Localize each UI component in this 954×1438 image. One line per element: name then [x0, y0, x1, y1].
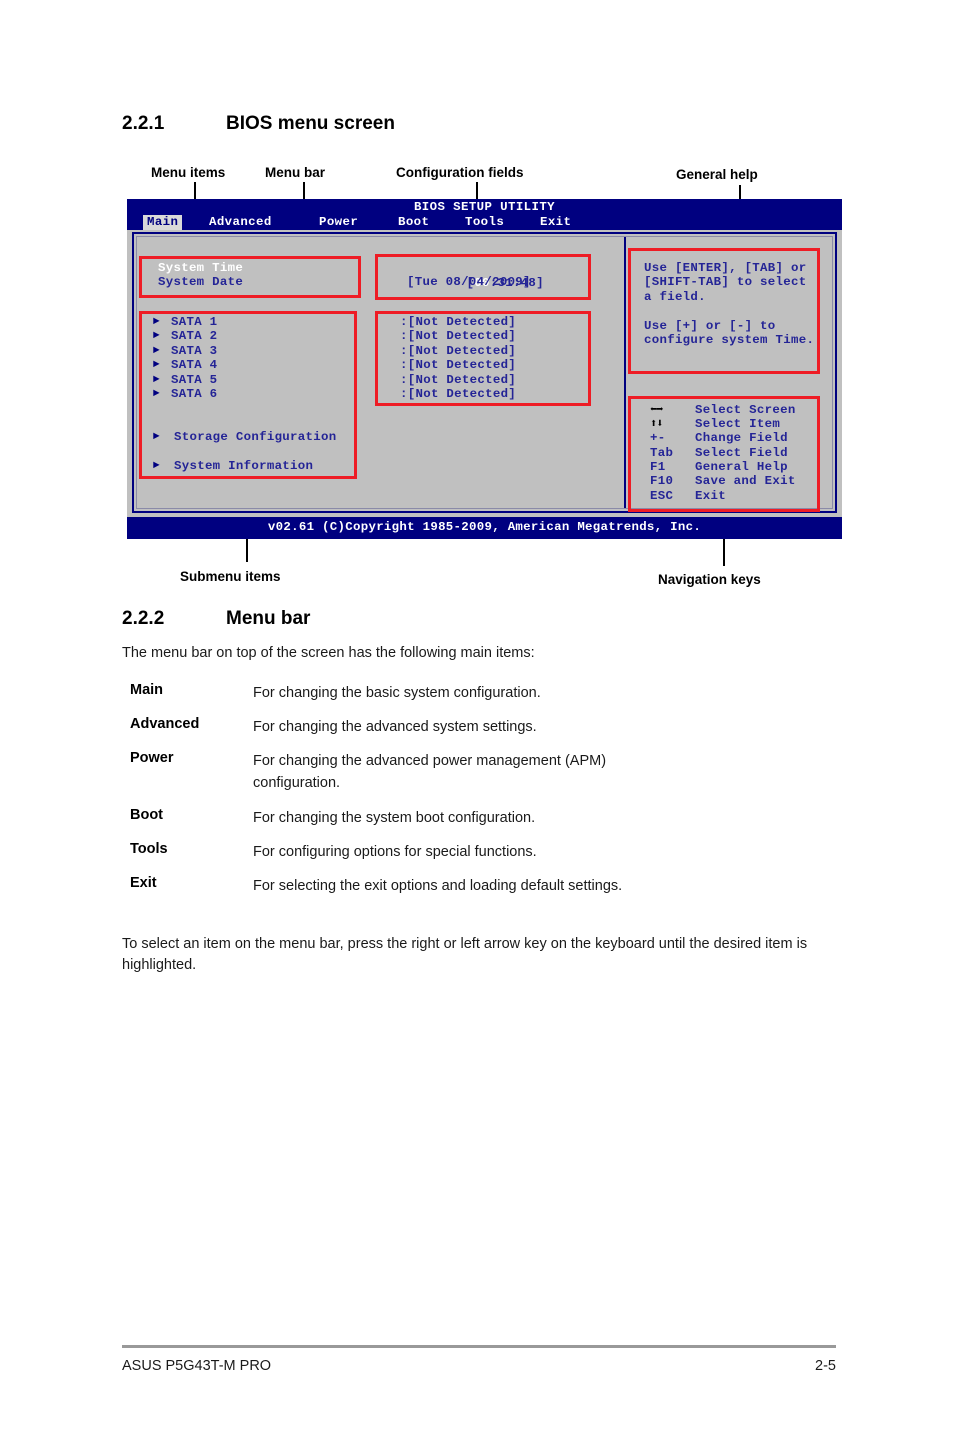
submenu-sata-1[interactable]: SATA 1: [171, 315, 217, 330]
nav-key-desc-select-item: Select Item: [695, 417, 781, 431]
tab-main[interactable]: Main: [143, 215, 183, 230]
submenu-sata-3[interactable]: SATA 3: [171, 344, 217, 359]
section-2-2-1-title: BIOS menu screen: [226, 113, 395, 134]
submenu-sata-5[interactable]: SATA 5: [171, 373, 217, 388]
definition-power: For changing the advanced power manageme…: [253, 753, 607, 791]
callout-general-help: General help: [676, 167, 758, 182]
config-field-sata-1[interactable]: :[Not Detected]: [400, 315, 516, 330]
menu-bar-intro: The menu bar on top of the screen has th…: [122, 645, 535, 661]
nav-key-plus-minus: +-: [650, 431, 666, 445]
nav-key-esc: ESC: [650, 489, 674, 503]
nav-key-desc-change-field: Change Field: [695, 431, 788, 445]
config-field-sata-5[interactable]: :[Not Detected]: [400, 373, 516, 388]
section-2-2-2-number: 2.2.2: [122, 608, 165, 629]
triangle-icon-sata-2: ►: [153, 330, 160, 342]
config-field-sata-4[interactable]: :[Not Detected]: [400, 358, 516, 373]
definition-boot: For changing the system boot configurati…: [253, 810, 536, 826]
tab-exit[interactable]: Exit: [536, 215, 575, 230]
arrow-left-right-icon: ⬅➡: [650, 403, 663, 417]
bios-body-inner: System Time System Date ► SATA 1 ► SATA …: [136, 236, 833, 509]
footer-divider: [122, 1345, 836, 1348]
triangle-icon-sata-6: ►: [153, 388, 160, 400]
general-help-line-5: Use [+] or [-] to: [644, 319, 776, 333]
definition-main: For changing the basic system configurat…: [253, 685, 541, 701]
definition-exit: For selecting the exit options and loadi…: [253, 878, 623, 894]
triangle-icon-storage-configuration: ►: [153, 431, 160, 443]
nav-key-desc-exit: Exit: [695, 489, 726, 503]
triangle-icon-sata-3: ►: [153, 345, 160, 357]
bios-body-frame: System Time System Date ► SATA 1 ► SATA …: [132, 232, 837, 513]
config-field-sata-6[interactable]: :[Not Detected]: [400, 387, 516, 402]
pane-divider: [624, 237, 626, 508]
submenu-sata-2[interactable]: SATA 2: [171, 329, 217, 344]
config-field-sata-2[interactable]: :[Not Detected]: [400, 329, 516, 344]
submenu-system-information[interactable]: System Information: [174, 459, 313, 474]
submenu-sata-4[interactable]: SATA 4: [171, 358, 217, 373]
general-help-line-6: configure system Time.: [644, 333, 815, 347]
submenu-storage-configuration[interactable]: Storage Configuration: [174, 430, 336, 445]
section-2-2-2-title: Menu bar: [226, 608, 311, 629]
triangle-icon-sata-1: ►: [153, 316, 160, 328]
config-field-sata-3[interactable]: :[Not Detected]: [400, 344, 516, 359]
general-help-line-3: a field.: [644, 290, 706, 304]
menu-item-system-date[interactable]: System Date: [158, 275, 243, 290]
section-2-2-1-number: 2.2.1: [122, 113, 165, 134]
bios-title: BIOS SETUP UTILITY: [413, 200, 556, 214]
term-power: Power: [130, 750, 174, 766]
callout-menu-items: Menu items: [151, 165, 226, 180]
footer-product-name: ASUS P5G43T-M PRO: [122, 1358, 272, 1374]
config-field-system-date[interactable]: [Tue 08/04/2009]: [407, 275, 531, 290]
triangle-icon-system-information: ►: [153, 460, 160, 472]
term-tools: Tools: [130, 841, 168, 857]
term-boot: Boot: [130, 807, 164, 823]
menu-bar-outro: To select an item on the menu bar, press…: [122, 936, 808, 973]
nav-key-f10: F10: [650, 474, 674, 488]
callout-configuration-fields: Configuration fields: [396, 165, 524, 180]
term-exit: Exit: [130, 875, 157, 891]
tab-advanced[interactable]: Advanced: [205, 215, 276, 230]
nav-key-f1: F1: [650, 460, 666, 474]
nav-key-tab: Tab: [650, 446, 674, 460]
nav-key-desc-select-screen: Select Screen: [695, 403, 796, 417]
general-help-line-1: Use [ENTER], [TAB] or: [644, 261, 807, 275]
term-advanced: Advanced: [130, 716, 200, 732]
triangle-icon-sata-4: ►: [153, 359, 160, 371]
callout-navigation-keys: Navigation keys: [658, 572, 761, 587]
triangle-icon-sata-5: ►: [153, 374, 160, 386]
arrow-up-down-icon: ⬆⬇: [650, 417, 663, 431]
tab-boot[interactable]: Boot: [394, 215, 433, 230]
nav-key-desc-general-help: General Help: [695, 460, 788, 474]
callout-submenu-items: Submenu items: [180, 569, 281, 584]
nav-key-desc-save-and-exit: Save and Exit: [695, 474, 796, 488]
tab-tools[interactable]: Tools: [461, 215, 508, 230]
footer-page-number: 2-5: [815, 1358, 836, 1374]
submenu-sata-6[interactable]: SATA 6: [171, 387, 217, 402]
menu-item-system-time[interactable]: System Time: [158, 261, 243, 276]
tab-power[interactable]: Power: [315, 215, 362, 230]
term-main: Main: [130, 682, 164, 698]
definition-advanced: For changing the advanced system setting…: [253, 719, 537, 735]
bios-copyright-footer: v02.61 (C)Copyright 1985-2009, American …: [127, 517, 842, 539]
bios-menu-bar: Main Advanced Power Boot Tools Exit: [127, 215, 842, 230]
general-help-line-2: [SHIFT-TAB] to select: [644, 275, 807, 289]
definition-tools: For configuring options for special func…: [253, 844, 537, 860]
callout-menu-bar: Menu bar: [265, 165, 326, 180]
nav-key-desc-select-field: Select Field: [695, 446, 788, 460]
bios-setup-screen: BIOS SETUP UTILITY Main Advanced Power B…: [127, 199, 842, 539]
